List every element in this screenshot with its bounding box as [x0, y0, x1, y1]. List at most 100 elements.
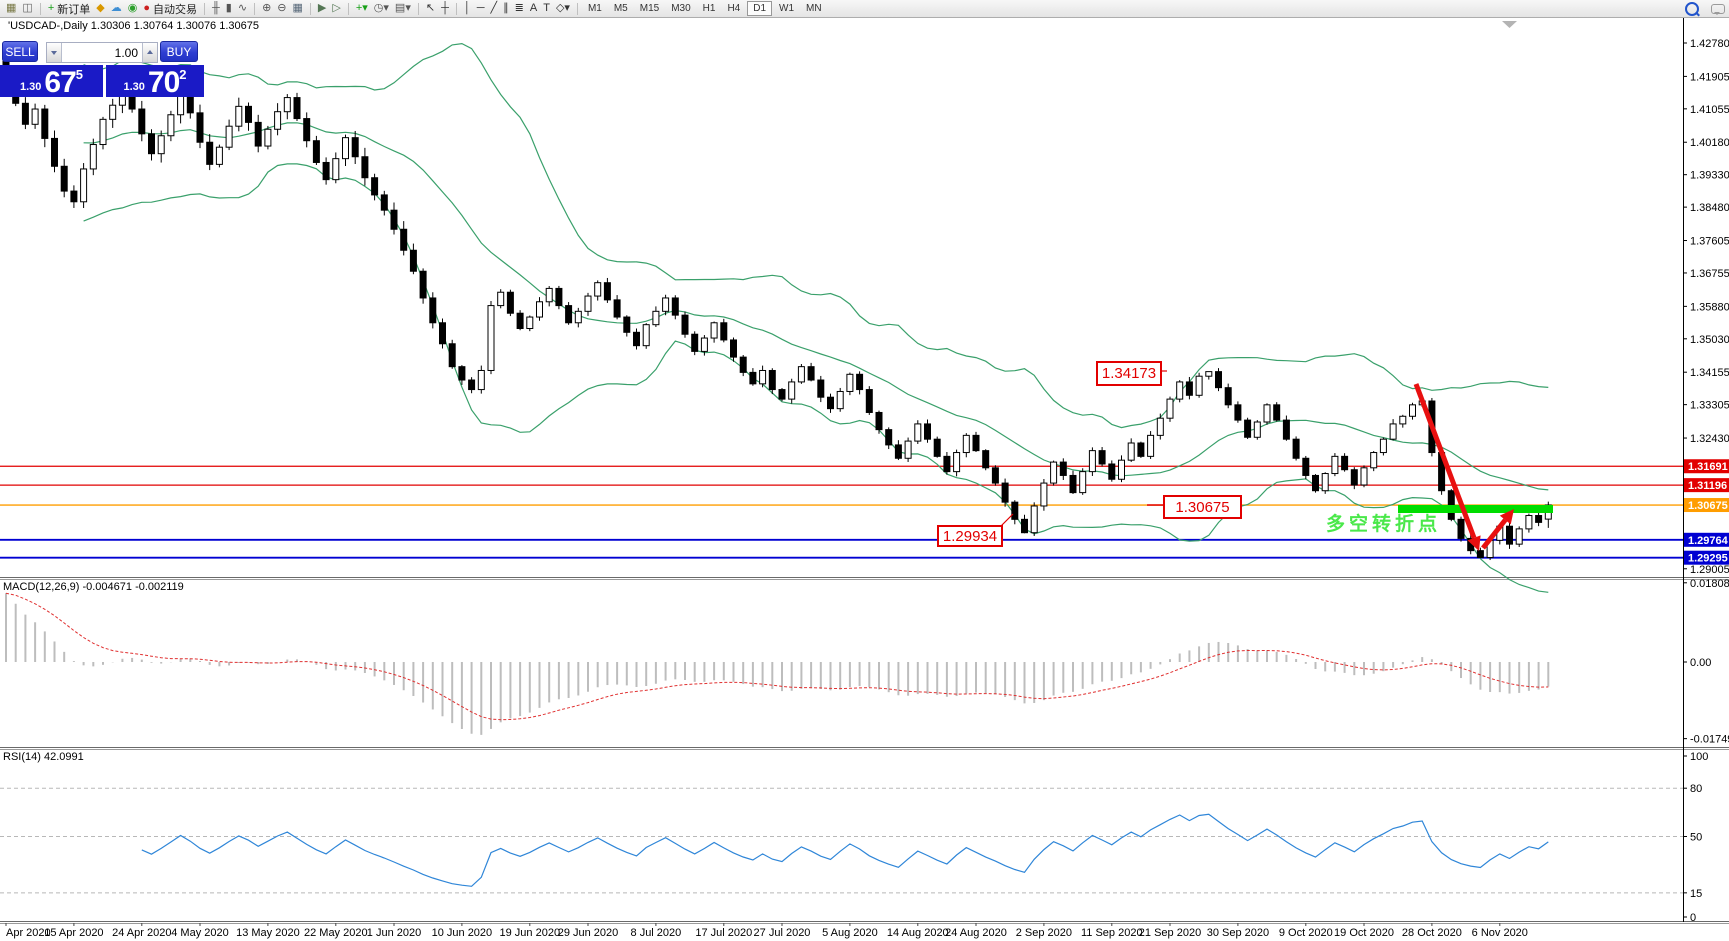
volume-decrease-button[interactable] — [47, 43, 62, 62]
market-watch-icon[interactable]: ◆ — [94, 1, 106, 16]
svg-text:22 May 2020: 22 May 2020 — [304, 927, 368, 939]
timeframe-button-h1[interactable]: H1 — [698, 1, 721, 16]
auto-scroll-icon[interactable]: ▶ — [316, 1, 328, 16]
new-chart-icon: ▦ — [6, 2, 17, 14]
annotation-price-label-high[interactable]: 1.34173 — [1096, 361, 1162, 386]
buy-button[interactable]: BUY — [160, 41, 198, 62]
main-chart-area[interactable]: 0.0180830.00-0.01749710080501501.427801.… — [0, 0, 1729, 941]
svg-text:1.38480: 1.38480 — [1690, 202, 1729, 214]
chart-shift-icon[interactable]: ▷ — [330, 1, 342, 16]
vertical-line-icon: │ — [463, 2, 471, 14]
volume-stepper — [46, 42, 158, 63]
label-icon[interactable]: T — [541, 1, 552, 16]
mql5-cloud-icon[interactable]: ☁ — [109, 1, 124, 16]
new-order-button: + — [47, 2, 55, 14]
tile-windows-icon: ▦ — [292, 2, 303, 14]
zoom-out-icon[interactable]: ⊖ — [275, 1, 288, 16]
templates-menu-icon[interactable]: ▤▾ — [393, 1, 413, 16]
market-watch-icon: ◆ — [96, 2, 105, 14]
toolbar-separator — [39, 2, 41, 15]
timeframe-button-m15[interactable]: M15 — [635, 1, 664, 16]
svg-text:24 Aug 2020: 24 Aug 2020 — [945, 927, 1007, 939]
chat-icon[interactable] — [1709, 1, 1727, 16]
annotation-price-label-current[interactable]: 1.30675 — [1163, 495, 1242, 519]
trendline-icon[interactable]: ╱ — [489, 1, 500, 16]
bid-prefix: 1.30 — [19, 81, 42, 93]
svg-text:19 Oct 2020: 19 Oct 2020 — [1334, 927, 1394, 939]
vertical-line-icon[interactable]: │ — [462, 1, 473, 16]
cursor-icon[interactable]: ↖ — [424, 1, 437, 16]
volume-increase-button[interactable] — [142, 43, 157, 62]
svg-text:1.42780: 1.42780 — [1690, 38, 1729, 50]
autotrading-button[interactable]: ● 自动交易 — [141, 1, 199, 16]
svg-text:1.34155: 1.34155 — [1690, 367, 1729, 379]
ask-price-box[interactable]: 1.30 70 2 — [106, 65, 204, 98]
price-axis[interactable]: 1.42780 1.41905 1.41055 1.40180 1.39330 1.384… — [1683, 38, 1729, 576]
chart-shift-icon: ▷ — [332, 2, 341, 14]
timeframe-button-m30[interactable]: M30 — [666, 1, 695, 16]
horizontal-line-icon[interactable]: ─ — [475, 1, 487, 16]
svg-text:1.29764: 1.29764 — [1688, 535, 1729, 547]
shapes-menu-icon[interactable]: ◇▾ — [554, 1, 572, 16]
text-icon[interactable]: A — [528, 1, 539, 16]
timeframe-button-w1[interactable]: W1 — [774, 1, 799, 16]
toolbar-separator — [309, 2, 311, 15]
svg-text:1.30675: 1.30675 — [1688, 500, 1728, 512]
shapes-menu-icon: ◇▾ — [555, 2, 570, 14]
tile-windows-icon[interactable]: ▦ — [291, 1, 305, 16]
svg-text:1.29295: 1.29295 — [1688, 553, 1728, 565]
chart-profiles-icon[interactable]: ◫ — [20, 1, 34, 16]
timeframe-button-mn[interactable]: MN — [801, 1, 827, 16]
bar-chart-icon[interactable]: ╫ — [210, 1, 222, 16]
svg-text:14 Aug 2020: 14 Aug 2020 — [887, 927, 949, 939]
ask-prefix: 1.30 — [123, 81, 145, 93]
crosshair-icon[interactable]: ┼ — [439, 1, 451, 16]
timeframes-menu-icon[interactable]: ◷▾ — [372, 1, 391, 16]
channel-icon[interactable]: ∥ — [501, 1, 511, 16]
chart-shift-marker — [1502, 21, 1517, 28]
zoom-in-icon[interactable]: ⊕ — [260, 1, 273, 16]
signals-icon[interactable]: ◉ — [126, 1, 140, 16]
svg-text:1.32430: 1.32430 — [1690, 433, 1729, 445]
sell-button[interactable]: SELL — [2, 41, 38, 62]
label-icon: T — [543, 2, 550, 14]
svg-text:1.41905: 1.41905 — [1690, 71, 1729, 83]
svg-text:1.35880: 1.35880 — [1690, 301, 1729, 313]
indicators-menu-icon[interactable]: +▾ — [354, 1, 370, 16]
text-icon: A — [529, 2, 538, 14]
zoom-out-icon: ⊖ — [277, 2, 287, 14]
macd-indicator-label: MACD(12,26,9) -0.004671 -0.002119 — [3, 581, 184, 593]
volume-input[interactable] — [62, 43, 142, 62]
timeframe-button-m5[interactable]: M5 — [609, 1, 633, 16]
timeframe-button-m1[interactable]: M1 — [583, 1, 607, 16]
svg-text:10 Jun 2020: 10 Jun 2020 — [432, 927, 493, 939]
new-order-button[interactable]: + 新订单 — [46, 1, 92, 16]
horizontal-line-icon: ─ — [476, 2, 485, 14]
svg-text:5 Aug 2020: 5 Aug 2020 — [822, 927, 878, 939]
timeframe-button-d1[interactable]: D1 — [747, 1, 773, 16]
annotation-price-label-low[interactable]: 1.29934 — [937, 525, 1003, 547]
svg-text:15: 15 — [1690, 888, 1702, 900]
svg-text:21 Sep 2020: 21 Sep 2020 — [1139, 927, 1201, 939]
rsi-panel: 100 80 50 15 0 — [0, 751, 1708, 924]
line-chart-icon[interactable]: ∿ — [236, 1, 249, 16]
toolbar-separator — [455, 2, 457, 15]
search-icon[interactable] — [1683, 1, 1701, 16]
date-axis[interactable]: Apr 202015 Apr 2020 24 Apr 2020 4 May 2020… — [5, 923, 1528, 939]
bid-price-box[interactable]: 1.30 67 5 — [0, 65, 103, 98]
new-chart-icon[interactable]: ▦ — [4, 1, 18, 16]
svg-text:11 Sep 2020: 11 Sep 2020 — [1081, 927, 1143, 939]
svg-text:1.40180: 1.40180 — [1690, 137, 1729, 149]
chart-profiles-icon: ◫ — [22, 2, 33, 14]
annotation-chinese-text[interactable]: 多空转折点 — [1326, 509, 1441, 536]
rsi-indicator-label: RSI(14) 42.0991 — [3, 751, 84, 763]
timeframe-button-h4[interactable]: H4 — [722, 1, 745, 16]
candlestick-chart-icon: ▮ — [225, 2, 232, 14]
svg-text:17 Jul 2020: 17 Jul 2020 — [695, 927, 752, 939]
new-order-button-label: 新订单 — [57, 3, 91, 16]
candlestick-chart-icon[interactable]: ▮ — [224, 1, 234, 16]
bar-chart-icon: ╫ — [211, 2, 220, 14]
fibonacci-icon[interactable]: ≣ — [513, 1, 526, 16]
svg-text:0: 0 — [1690, 912, 1696, 924]
svg-text:13 May 2020: 13 May 2020 — [236, 927, 300, 939]
